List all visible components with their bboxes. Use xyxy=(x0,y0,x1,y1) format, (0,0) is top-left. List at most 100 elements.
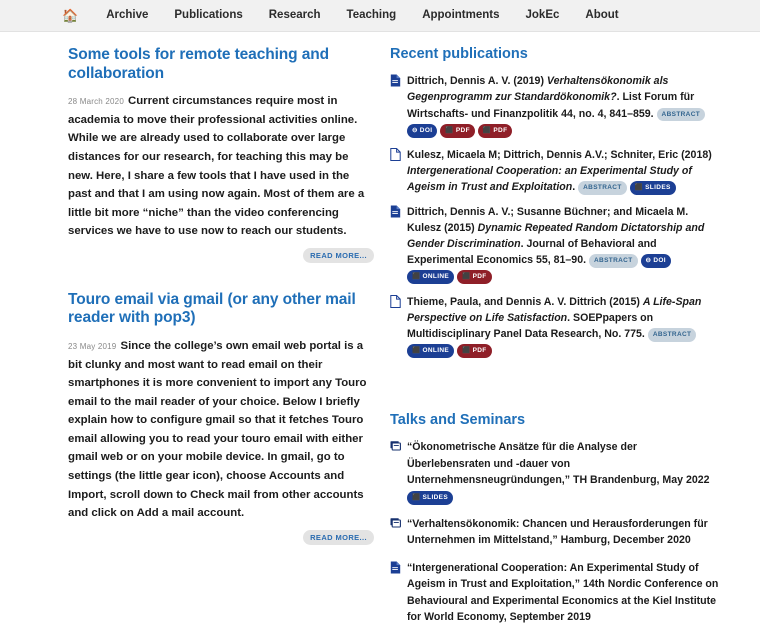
nav-item-about[interactable]: About xyxy=(585,9,618,22)
badge-label: DOI xyxy=(419,126,433,134)
publication-item: Thieme, Paula, and Dennis A. V. Dittrich… xyxy=(390,294,722,358)
publication-pages: , 81–90. xyxy=(547,254,587,267)
post-title-link[interactable]: Touro email via gmail (or any other mail… xyxy=(68,291,374,328)
badge-label: PDF xyxy=(472,273,487,281)
read-more-row: READ MORE... xyxy=(68,245,374,263)
badge-label: PDF xyxy=(493,126,508,134)
file-filled-icon xyxy=(390,73,403,137)
read-more-button[interactable]: READ MORE... xyxy=(303,247,374,263)
talk-description: “Verhaltensökonomik: Chancen und Herausf… xyxy=(407,516,722,549)
file-filled-icon xyxy=(390,204,403,284)
publication-citation: Dittrich, Dennis A. V. (2019) Verhaltens… xyxy=(407,73,722,138)
main-column: Some tools for remote teaching and colla… xyxy=(0,46,382,636)
post-excerpt: 23 May 2019 Since the college’s own email… xyxy=(68,337,374,523)
nav-item-publications[interactable]: Publications xyxy=(174,9,242,22)
home-icon: 🏠 xyxy=(62,8,79,23)
publication-item: Kulesz, Micaela M; Dittrich, Dennis A.V.… xyxy=(390,147,722,195)
abstract-badge[interactable]: ABSTRACT xyxy=(656,107,706,122)
blog-post: Some tools for remote teaching and colla… xyxy=(68,46,374,263)
badge-label: ONLINE xyxy=(422,346,450,354)
badge-label: SLIDES xyxy=(645,183,671,191)
badge-label: ABSTRACT xyxy=(661,110,701,118)
post-excerpt: 28 March 2020 Current circumstances requi… xyxy=(68,92,374,241)
talk-text: “Ökonometrische Ansätze für die Analyse … xyxy=(407,441,710,487)
pdf-badge-icon: ⬛ xyxy=(462,273,471,281)
read-more-button[interactable]: READ MORE... xyxy=(303,529,374,545)
publication-venue: . xyxy=(572,180,576,193)
pdf-badge[interactable]: ⬛ PDF xyxy=(477,123,513,138)
publication-citation: Dittrich, Dennis A. V.; Susanne Büchner;… xyxy=(407,204,722,285)
nav-item-archive[interactable]: Archive xyxy=(106,9,148,22)
pdf-badge[interactable]: ⬛ PDF xyxy=(457,343,492,358)
badge-label: PDF xyxy=(455,126,470,134)
recent-publications-heading: Recent publications xyxy=(390,46,528,62)
file-outline-icon xyxy=(390,294,403,358)
online-badge-icon: ⬛ xyxy=(412,346,421,354)
presentation-icon xyxy=(390,439,403,505)
post-date: 28 March 2020 xyxy=(68,97,124,107)
pdf-badge-icon: ⬛ xyxy=(445,126,454,134)
presentation-icon xyxy=(390,516,403,549)
publication-volume: 55 xyxy=(535,254,548,267)
slides-badge[interactable]: ⬛ SLIDES xyxy=(629,180,676,195)
publications-list: Dittrich, Dennis A. V. (2019) Verhaltens… xyxy=(390,73,722,358)
file-outline-icon xyxy=(390,147,403,195)
badge-label: PDF xyxy=(472,346,487,354)
badge-label: ABSTRACT xyxy=(652,330,692,338)
blog-post: Touro email via gmail (or any other mail… xyxy=(68,291,374,545)
post-title-link[interactable]: Some tools for remote teaching and colla… xyxy=(68,46,374,83)
doi-badge-icon: ⊖ xyxy=(645,257,652,265)
publication-volume: 44 xyxy=(561,107,573,120)
abstract-badge[interactable]: ABSTRACT xyxy=(578,180,627,195)
online-badge[interactable]: ⬛ ONLINE xyxy=(407,343,455,358)
talk-item: “Intergenerational Cooperation: An Exper… xyxy=(390,560,722,626)
pdf-badge[interactable]: ⬛ PDF xyxy=(440,123,475,138)
post-excerpt-text: Current circumstances require most in ac… xyxy=(68,95,365,238)
slides-badge-icon: ⬛ xyxy=(412,493,421,501)
publication-item: Dittrich, Dennis A. V.; Susanne Büchner;… xyxy=(390,204,722,285)
badge-label: ABSTRACT xyxy=(583,183,622,191)
sidebar-column: Recent publications Dittrich, Dennis A. … xyxy=(382,46,760,636)
nav-item-jokec[interactable]: JokEc xyxy=(526,9,560,22)
post-excerpt-text: Since the college’s own email web portal… xyxy=(68,340,367,520)
slides-badge[interactable]: ⬛ SLIDES xyxy=(407,490,454,505)
slides-badge-icon: ⬛ xyxy=(634,183,644,191)
doi-badge-icon: ⊖ xyxy=(412,126,418,134)
nav-home-link[interactable]: 🏠 xyxy=(62,9,78,22)
talk-text: “Verhaltensökonomik: Chancen und Herausf… xyxy=(407,517,708,547)
post-date: 23 May 2019 xyxy=(68,342,117,351)
badge-label: DOI xyxy=(653,257,666,265)
pdf-badge-icon: ⬛ xyxy=(462,346,471,354)
badge-label: SLIDES xyxy=(422,493,449,501)
publication-pages: , no. 4, 841–859. xyxy=(572,107,654,120)
publication-authors: Kulesz, Micaela M; Dittrich, Dennis A.V.… xyxy=(407,148,712,161)
talk-description: “Ökonometrische Ansätze für die Analyse … xyxy=(407,439,722,505)
publication-citation: Kulesz, Micaela M; Dittrich, Dennis A.V.… xyxy=(407,147,722,195)
abstract-badge[interactable]: ABSTRACT xyxy=(647,327,697,342)
talks-seminars-heading: Talks and Seminars xyxy=(390,411,526,428)
doi-badge[interactable]: ⊖ DOI xyxy=(640,254,671,269)
nav-item-teaching[interactable]: Teaching xyxy=(347,9,397,22)
top-navigation-bar: 🏠 Archive Publications Research Teaching… xyxy=(0,0,760,32)
talk-item: “Ökonometrische Ansätze für die Analyse … xyxy=(390,439,722,505)
talk-description: “Intergenerational Cooperation: An Exper… xyxy=(407,560,722,626)
publication-item: Dittrich, Dennis A. V. (2019) Verhaltens… xyxy=(390,73,722,138)
publication-citation: Thieme, Paula, and Dennis A. V. Dittrich… xyxy=(407,294,722,358)
pdf-badge[interactable]: ⬛ PDF xyxy=(457,270,492,285)
nav-item-research[interactable]: Research xyxy=(269,9,321,22)
talk-item: “Verhaltensökonomik: Chancen und Herausf… xyxy=(390,516,722,549)
badge-label: ONLINE xyxy=(422,273,450,281)
publication-authors: Thieme, Paula, and Dennis A. V. Dittrich… xyxy=(407,295,643,308)
file-filled-icon xyxy=(390,560,403,626)
page-content: Some tools for remote teaching and colla… xyxy=(0,32,760,636)
read-more-row: READ MORE... xyxy=(68,527,374,545)
abstract-badge[interactable]: ABSTRACT xyxy=(588,254,638,269)
talk-text: “Intergenerational Cooperation: An Exper… xyxy=(407,561,719,623)
doi-badge[interactable]: ⊖ DOI xyxy=(407,123,438,138)
pdf-badge-icon: ⬛ xyxy=(482,126,492,134)
talks-list: “Ökonometrische Ansätze für die Analyse … xyxy=(390,439,722,625)
publication-authors: Dittrich, Dennis A. V. (2019) xyxy=(407,75,547,88)
post-separator xyxy=(68,271,374,291)
online-badge[interactable]: ⬛ ONLINE xyxy=(407,270,455,285)
nav-item-appointments[interactable]: Appointments xyxy=(422,9,499,22)
